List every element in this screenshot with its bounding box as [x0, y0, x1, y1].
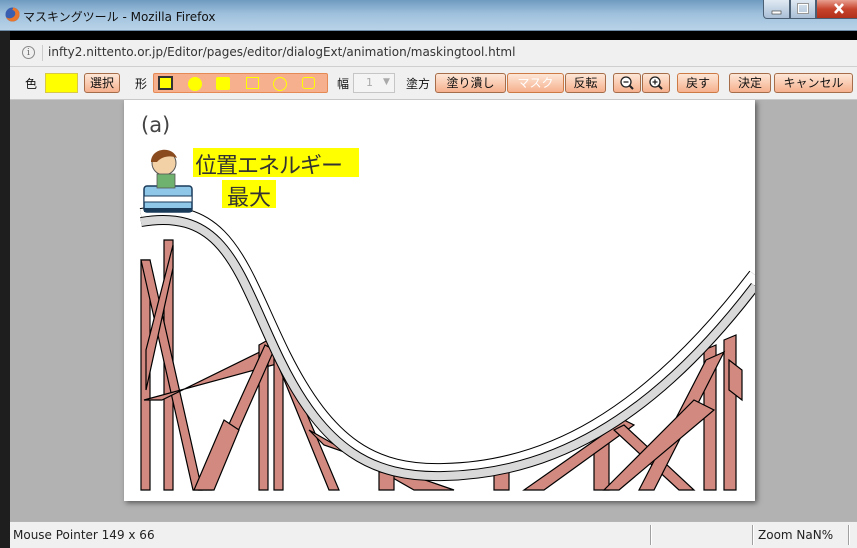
- track-supports: [140, 239, 743, 491]
- outline-square-icon[interactable]: [246, 77, 259, 89]
- width-value: 1: [366, 76, 373, 89]
- maximize-icon: [797, 3, 809, 14]
- color-swatch[interactable]: [45, 73, 78, 93]
- filled-square-icon[interactable]: [158, 76, 173, 90]
- select-button[interactable]: 選択: [84, 73, 120, 93]
- status-divider: [650, 525, 652, 545]
- zoom-in-icon: [649, 76, 663, 90]
- chevron-down-icon: ▼: [383, 77, 390, 87]
- close-icon: [834, 3, 844, 14]
- outline-rounded-square-icon[interactable]: [302, 77, 315, 89]
- window-title: マスキングツール - Mozilla Firefox: [23, 10, 216, 24]
- coaster-car: [143, 185, 193, 213]
- cancel-button[interactable]: キャンセル: [774, 73, 853, 93]
- width-select[interactable]: 1 ▼: [353, 73, 395, 93]
- potential-energy-text: 位置エネルギー: [195, 154, 343, 179]
- outline-circle-icon[interactable]: [273, 77, 287, 91]
- browser-window: マスキングツール - Mozilla Firefox i infty2.nitt…: [0, 0, 857, 548]
- ok-button[interactable]: 決定: [729, 73, 771, 93]
- minimize-button[interactable]: [763, 0, 790, 19]
- mask-button[interactable]: マスク: [507, 73, 564, 93]
- url-separator: [42, 45, 43, 61]
- invert-button[interactable]: 反転: [565, 73, 606, 93]
- status-bar: Mouse Pointer 149 x 66 Zoom NaN%: [10, 521, 857, 548]
- zoom-out-button[interactable]: [613, 73, 641, 93]
- color-label: 色: [25, 77, 38, 91]
- width-label: 幅: [337, 77, 350, 91]
- shape-label: 形: [135, 77, 148, 91]
- masking-canvas[interactable]: (a) 位置エネルギー 最大: [124, 100, 755, 501]
- maximum-text: 最大: [227, 186, 272, 211]
- panel-label: (a): [141, 113, 171, 137]
- zoom-out-icon: [620, 76, 634, 90]
- window-left-edge: [0, 30, 10, 548]
- zoom-in-button[interactable]: [642, 73, 670, 93]
- maximize-button[interactable]: [790, 0, 816, 19]
- minimize-icon: [771, 10, 782, 15]
- title-bar[interactable]: マスキングツール - Mozilla Firefox: [0, 0, 857, 31]
- address-bar[interactable]: i infty2.nittento.or.jp/Editor/pages/edi…: [10, 40, 857, 67]
- close-button[interactable]: [816, 0, 857, 19]
- url-text[interactable]: infty2.nittento.or.jp/Editor/pages/edito…: [48, 45, 515, 59]
- content-area: (a) 位置エネルギー 最大: [10, 100, 857, 521]
- fill-button[interactable]: 塗り潰し: [435, 73, 506, 93]
- status-divider: [848, 525, 850, 545]
- fill-mode-label: 塗方: [406, 77, 431, 91]
- mouse-pointer-status: Mouse Pointer 149 x 66: [13, 528, 155, 542]
- filled-rounded-square-icon[interactable]: [216, 77, 230, 90]
- undo-button[interactable]: 戻す: [677, 73, 719, 93]
- shape-selector: [153, 73, 328, 93]
- filled-circle-icon[interactable]: [188, 77, 202, 91]
- zoom-status: Zoom NaN%: [758, 528, 834, 542]
- rider-figure: [151, 149, 177, 189]
- status-divider: [752, 525, 754, 545]
- info-icon[interactable]: i: [22, 46, 35, 59]
- firefox-icon: [5, 7, 20, 22]
- masking-toolbar: 色 選択 形 幅 1 ▼ 塗方 塗り潰し マスク 反転 戻す 決定 キャンセル: [10, 67, 857, 100]
